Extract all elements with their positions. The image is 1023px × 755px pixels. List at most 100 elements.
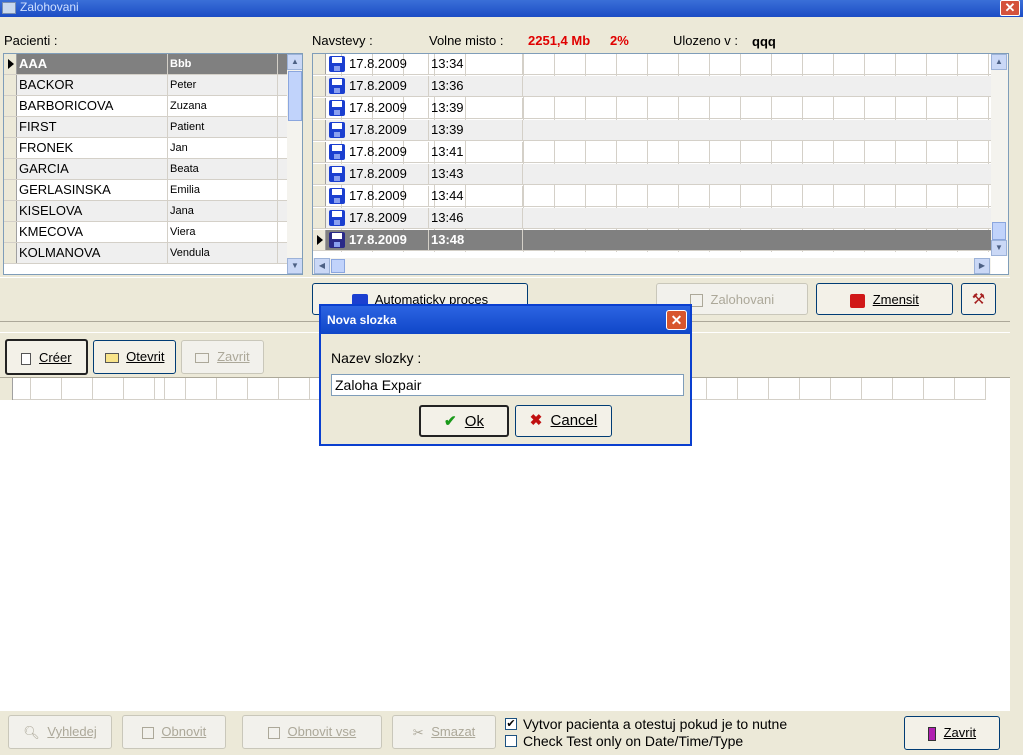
floppy-disk-red-icon [850,293,866,308]
row-indicator [313,208,326,228]
scroll-thumb[interactable] [992,222,1006,240]
visit-date: 17.8.2009 [347,164,429,184]
table-row[interactable]: 17.8.2009 13:39 [313,98,991,119]
table-row[interactable]: FRONEK Jan [4,138,288,159]
scroll-up-icon[interactable]: ▲ [287,54,302,70]
restore-button[interactable]: Obnovit [122,715,226,749]
scroll-right-icon[interactable]: ▶ [974,258,990,274]
row-indicator [0,378,13,400]
ok-button[interactable]: ✔ Ok [419,405,509,437]
table-row[interactable]: BARBORICOVA Zuzana [4,96,288,117]
floppy-disk-icon [329,144,345,160]
visit-date: 17.8.2009 [347,76,429,96]
visits-vscrollbar[interactable]: ▲ ▼ [991,54,1008,256]
row-indicator [4,117,17,137]
table-row[interactable]: 17.8.2009 13:36 [313,76,991,97]
patient-last-name: GERLASINSKA [18,180,168,200]
check-test-checkbox[interactable] [505,735,517,747]
close-folder-button[interactable]: Zavrit [181,340,264,374]
open-folder-button[interactable]: Otevrit [93,340,176,374]
floppy-disk-icon [329,166,345,182]
table-row[interactable]: 17.8.2009 13:43 [313,164,991,185]
floppy-disk-icon [329,78,345,94]
table-row[interactable]: KOLMANOVA Vendula [4,243,288,264]
table-row[interactable]: 17.8.2009 13:48 [313,230,991,251]
hammer-wrench-icon: ⚒ [971,291,986,308]
patients-grid[interactable]: AAA Bbb BACKOR Peter BARBORICOVA Zuzana … [3,53,303,275]
reduce-button[interactable]: Zmensit [816,283,953,315]
visit-time: 13:39 [429,98,523,118]
floppy-disk-icon [329,100,345,116]
patient-last-name: GARCIA [18,159,168,179]
patient-first-name: Jan [168,138,278,158]
restore-all-button[interactable]: Obnovit vse [242,715,382,749]
table-row[interactable]: 17.8.2009 13:34 [313,54,991,75]
scroll-thumb[interactable] [288,71,302,121]
table-row[interactable]: GERLASINSKA Emilia [4,180,288,201]
patients-scrollbar[interactable]: ▲ ▼ [287,54,302,274]
table-row[interactable]: 17.8.2009 13:44 [313,186,991,207]
scroll-left-icon[interactable]: ◀ [314,258,330,274]
patients-label: Pacienti : [4,33,58,48]
table-row[interactable]: 17.8.2009 13:46 [313,208,991,229]
folder-name-input[interactable]: Zaloha Expair [331,374,684,396]
row-indicator [4,222,17,242]
visits-grid[interactable]: 17.8.2009 13:34 17.8.2009 13:36 17.8.200… [312,53,1009,275]
folder-icon [195,352,210,363]
visits-hscrollbar[interactable]: ◀ ▶ [313,258,991,274]
dialog-close-button[interactable]: ✕ [666,310,687,330]
row-indicator [313,54,326,74]
scroll-up-icon[interactable]: ▲ [991,54,1007,70]
dialog-title[interactable]: Nova slozka [321,306,690,334]
new-folder-dialog[interactable]: Nova slozka ✕ Nazev slozky : Zaloha Expa… [319,304,692,446]
floppy-disk-icon [329,232,345,248]
ok-label: Ok [464,413,484,430]
row-indicator [4,138,17,158]
window-title-bar[interactable]: Zalohovani ✕ [0,0,1023,17]
free-space-percent: 2% [610,33,629,48]
visit-date: 17.8.2009 [347,120,429,140]
cancel-button[interactable]: ✖ Cancel [515,405,612,437]
visit-time: 13:43 [429,164,523,184]
patient-last-name: KMECOVA [18,222,168,242]
saved-in-value: qqq [752,34,776,49]
visit-time: 13:41 [429,142,523,162]
visit-date: 17.8.2009 [347,230,429,250]
table-row[interactable]: KMECOVA Viera [4,222,288,243]
search-button[interactable]: 🔍︎ Vyhledej [8,715,112,749]
saved-in-label: Ulozeno v : [673,33,739,48]
scroll-thumb[interactable] [331,259,345,273]
table-row[interactable]: KISELOVA Jana [4,201,288,222]
check-test-label: Check Test only on Date/Time/Type [523,733,744,749]
scroll-down-icon[interactable]: ▼ [287,258,302,274]
close-app-button[interactable]: Zavrit [904,716,1000,750]
floppy-disk-icon [267,726,280,739]
open-label: Otevrit [126,349,165,364]
free-space-label: Volne misto : [429,33,504,48]
floppy-disk-icon [329,122,345,138]
row-indicator [313,142,326,162]
window-close-button[interactable]: ✕ [1000,0,1020,16]
free-space-value: 2251,4 Mb [528,33,591,48]
patient-first-name: Zuzana [168,96,278,116]
cross-icon: ✖ [529,412,543,430]
row-indicator [4,75,17,95]
cancel-label: Cancel [550,412,598,429]
floppy-disk-icon [329,210,345,226]
create-patient-checkbox[interactable]: ✔ [505,718,517,730]
backup-label: Zalohovani [710,292,775,307]
create-patient-label: Vytvor pacienta a otestuj pokud je to nu… [523,716,788,732]
table-row[interactable]: FIRST Patient [4,117,288,138]
table-row[interactable]: AAA Bbb [4,54,288,75]
visit-time: 13:46 [429,208,523,228]
table-row[interactable]: 17.8.2009 13:41 [313,142,991,163]
close-app-label: Zavrit [943,725,977,740]
row-indicator [313,76,326,96]
table-row[interactable]: 17.8.2009 13:39 [313,120,991,141]
scroll-down-icon[interactable]: ▼ [991,240,1007,256]
table-row[interactable]: GARCIA Beata [4,159,288,180]
delete-button[interactable]: ✂ Smazat [392,715,496,749]
tools-button[interactable]: ⚒ [961,283,996,315]
create-folder-button[interactable]: Créer [5,339,88,375]
table-row[interactable]: BACKOR Peter [4,75,288,96]
